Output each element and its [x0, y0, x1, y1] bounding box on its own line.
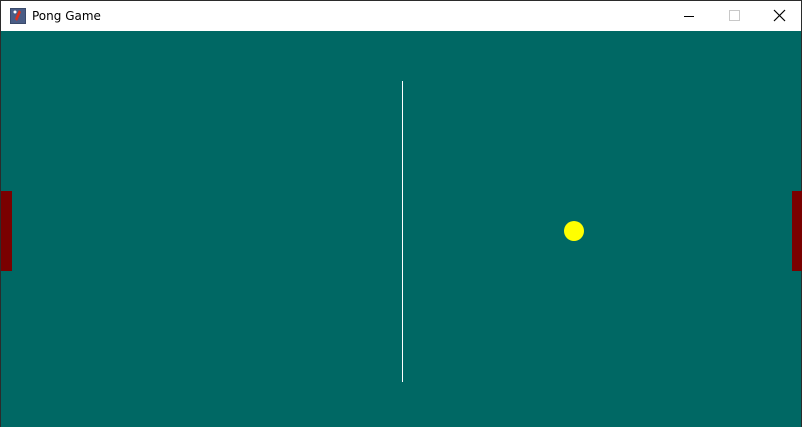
maximize-icon [729, 10, 740, 21]
maximize-button[interactable] [711, 1, 757, 31]
ball [564, 221, 584, 241]
minimize-button[interactable] [665, 1, 711, 31]
pong-window: Pong Game [0, 0, 802, 427]
minimize-icon [684, 16, 694, 17]
left-paddle [1, 191, 12, 271]
window-title: Pong Game [32, 9, 101, 23]
title-bar[interactable]: Pong Game [1, 1, 801, 31]
right-paddle [792, 191, 802, 271]
center-net-line [402, 81, 403, 382]
close-button[interactable] [756, 1, 802, 31]
close-icon [773, 9, 786, 22]
game-arena[interactable] [1, 31, 802, 427]
pong-app-icon [10, 8, 26, 24]
